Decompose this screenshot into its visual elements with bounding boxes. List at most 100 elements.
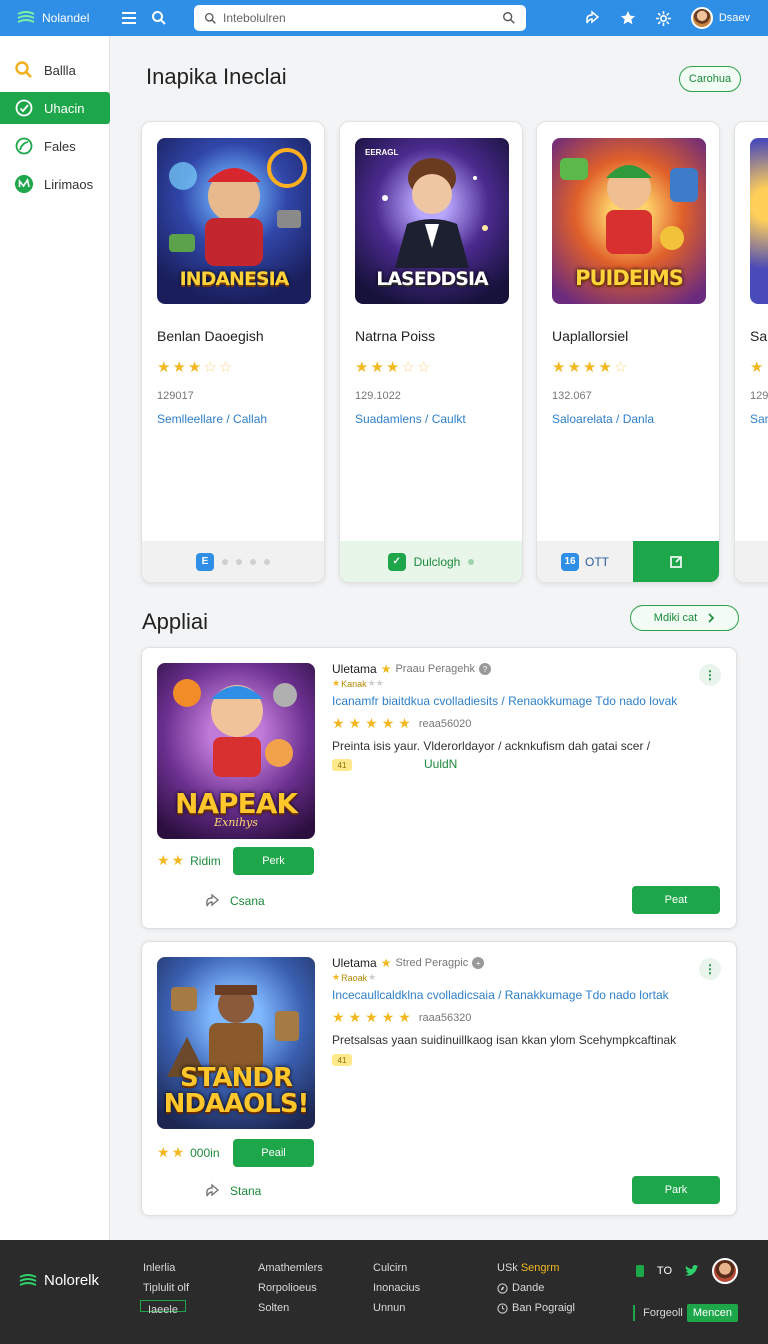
footer-link[interactable]: Culcirn (373, 1262, 420, 1274)
user-name[interactable]: Dsaev (719, 12, 750, 24)
footer-link[interactable]: Iaeele (140, 1300, 186, 1316)
info-icon[interactable]: ? (478, 663, 491, 675)
divider (633, 1305, 636, 1321)
menu-icon[interactable] (120, 9, 138, 27)
game-cover-image: EERAGL LASEDDSIA (355, 138, 509, 304)
featured-card[interactable]: PUIDEIMS Uaplallorsiel ★ ★ ★ ★ ☆ 132.067 Sal… (536, 121, 720, 583)
app-category-link[interactable]: Icanamfr biaitdkua cvolladiesits / Renao… (332, 694, 677, 708)
cover-title: LASEDDSIA (376, 268, 488, 290)
footer-link[interactable]: Unnun (373, 1302, 420, 1314)
footer-label[interactable]: Dulclogh (414, 555, 461, 569)
footer-link[interactable]: Ban Pograigl (497, 1302, 575, 1314)
app-title: Uletama ★ Praau Peragehk ? (332, 662, 491, 676)
cover-title: STANDR NDAAOLS! (163, 1063, 310, 1119)
featured-action-button[interactable]: Carohua (679, 66, 741, 92)
page-dot[interactable] (250, 558, 256, 565)
share-button[interactable]: Csana (204, 892, 265, 910)
star-icon[interactable] (619, 9, 637, 27)
cta-button[interactable]: Peat (632, 886, 720, 914)
cover-title: NAPEAK (174, 787, 298, 820)
star-icon: ★ (365, 1009, 378, 1025)
featured-title: Inapika Ineclai (146, 64, 287, 89)
featured-card[interactable]: Sai ★ 129 Sarl (734, 121, 768, 583)
short-rating: ★ ★ Ridim (157, 852, 221, 869)
star-icon: ★ (171, 852, 185, 868)
user-avatar[interactable] (690, 7, 713, 29)
game-cover-image: PUIDEIMS (552, 138, 706, 304)
game-cover-image (750, 138, 768, 304)
category-link[interactable]: Sarl (750, 412, 768, 426)
info-icon[interactable]: + (472, 957, 485, 969)
footer-brand[interactable]: Nolorelk (18, 1272, 99, 1289)
cta-button[interactable]: Park (632, 1176, 720, 1204)
footer-link[interactable]: Tiplulit olf (143, 1282, 189, 1294)
share-icon (206, 1183, 220, 1197)
star-icon: ★ (157, 1144, 170, 1160)
version-badge: 16 (561, 552, 579, 571)
open-external-icon (670, 555, 682, 568)
app-category-link[interactable]: Incecaullcaldklna cvolladicsaia / Ranakk… (332, 988, 669, 1002)
game-name: Benlan Daoegish (157, 328, 264, 344)
cover-title: INDANESIA (179, 268, 290, 290)
subscribe-button[interactable]: Mencen (686, 1304, 738, 1322)
footer-link[interactable]: Dande (497, 1282, 575, 1294)
app-name: Uletama (332, 662, 377, 676)
download-icon[interactable]: ✓ (387, 552, 406, 571)
app-card[interactable]: NAPEAK Exnihys Uletama ★ Praau Peragehk … (141, 647, 737, 929)
search-submit-icon[interactable] (502, 11, 516, 25)
page-dot[interactable] (264, 558, 270, 565)
star-icon: ★ (157, 852, 170, 868)
social-label: TO (656, 1265, 672, 1277)
sidebar-item-ballla[interactable]: Ballla (0, 54, 109, 86)
footer-link[interactable]: Rorpolioeus (258, 1282, 323, 1294)
sidebar-item-lirimaos[interactable]: Lirimaos (0, 168, 109, 200)
share-button[interactable]: Stana (204, 1182, 261, 1200)
share-label: Csana (230, 894, 265, 908)
apps-title: Appliai (142, 609, 209, 634)
play-button[interactable]: Peail (233, 1139, 314, 1167)
more-options-icon[interactable]: ⋮ (699, 664, 721, 686)
search-icon[interactable] (150, 9, 168, 27)
share-icon (206, 893, 220, 907)
game-cover-image: NAPEAK Exnihys (157, 663, 315, 839)
star-rating: ★ ★ ★ ☆ ☆ (157, 358, 232, 376)
footer-avatar[interactable] (712, 1258, 738, 1284)
sidebar-item-uhacin[interactable]: Uhacin (0, 92, 110, 124)
game-cover-image: STANDR NDAAOLS! (157, 957, 315, 1129)
category-link[interactable]: Saloarelata / Danla (552, 412, 654, 426)
sidebar-item-fales[interactable]: Fales (0, 130, 109, 162)
featured-card[interactable]: INDANESIA Benlan Daoegish ★ ★ ★ ☆ ☆ 129017 S… (141, 121, 325, 583)
star-icon: ★ (157, 359, 171, 376)
footer-link[interactable]: Amathemlers (258, 1262, 323, 1274)
brand-name: Nolandel (42, 11, 90, 25)
compass-icon (497, 1282, 508, 1294)
share-icon[interactable] (583, 9, 601, 27)
footer-brand-name: Nolorelk (44, 1272, 100, 1289)
twitter-icon[interactable] (684, 1264, 700, 1278)
star-icon: ★ (171, 1144, 185, 1160)
footer-link[interactable]: Inlerlia (143, 1262, 189, 1274)
sidebar: Ballla Uhacin Fales Lirimaos (0, 36, 110, 1240)
page-dot[interactable] (236, 558, 242, 565)
play-button[interactable]: Perk (233, 847, 314, 875)
brand[interactable]: Nolandel (0, 10, 112, 26)
more-options-icon[interactable]: ⋮ (699, 958, 721, 980)
category-link[interactable]: Semlleellare / Callah (157, 412, 267, 426)
footer-link[interactable]: Solten (258, 1302, 323, 1314)
open-button[interactable] (633, 541, 719, 582)
search-input[interactable] (223, 11, 496, 25)
footer-heading-highlight: Sengrm (520, 1262, 560, 1274)
settings-icon[interactable] (655, 9, 673, 27)
star-rating: ★ ★ ★ ☆ ☆ (355, 358, 430, 376)
app-store-icon[interactable]: E (196, 552, 214, 571)
page-dot[interactable] (222, 558, 228, 565)
phone-icon[interactable] (635, 1264, 645, 1278)
category-link[interactable]: Suadamlens / Caulkt (355, 412, 466, 426)
footer-link[interactable]: Inonacius (373, 1282, 420, 1294)
chevron-right-icon (708, 613, 715, 623)
version-info: 16 OTT (537, 552, 633, 571)
featured-card[interactable]: EERAGL LASEDDSIA Natrna Poiss ★ ★ ★ ☆ ☆ 129.… (339, 121, 523, 583)
apps-action-button[interactable]: Mdiki cat (630, 605, 739, 631)
page-dot[interactable] (468, 558, 475, 565)
app-card[interactable]: STANDR NDAAOLS! Uletama ★ Stred Peragpic… (141, 941, 737, 1216)
